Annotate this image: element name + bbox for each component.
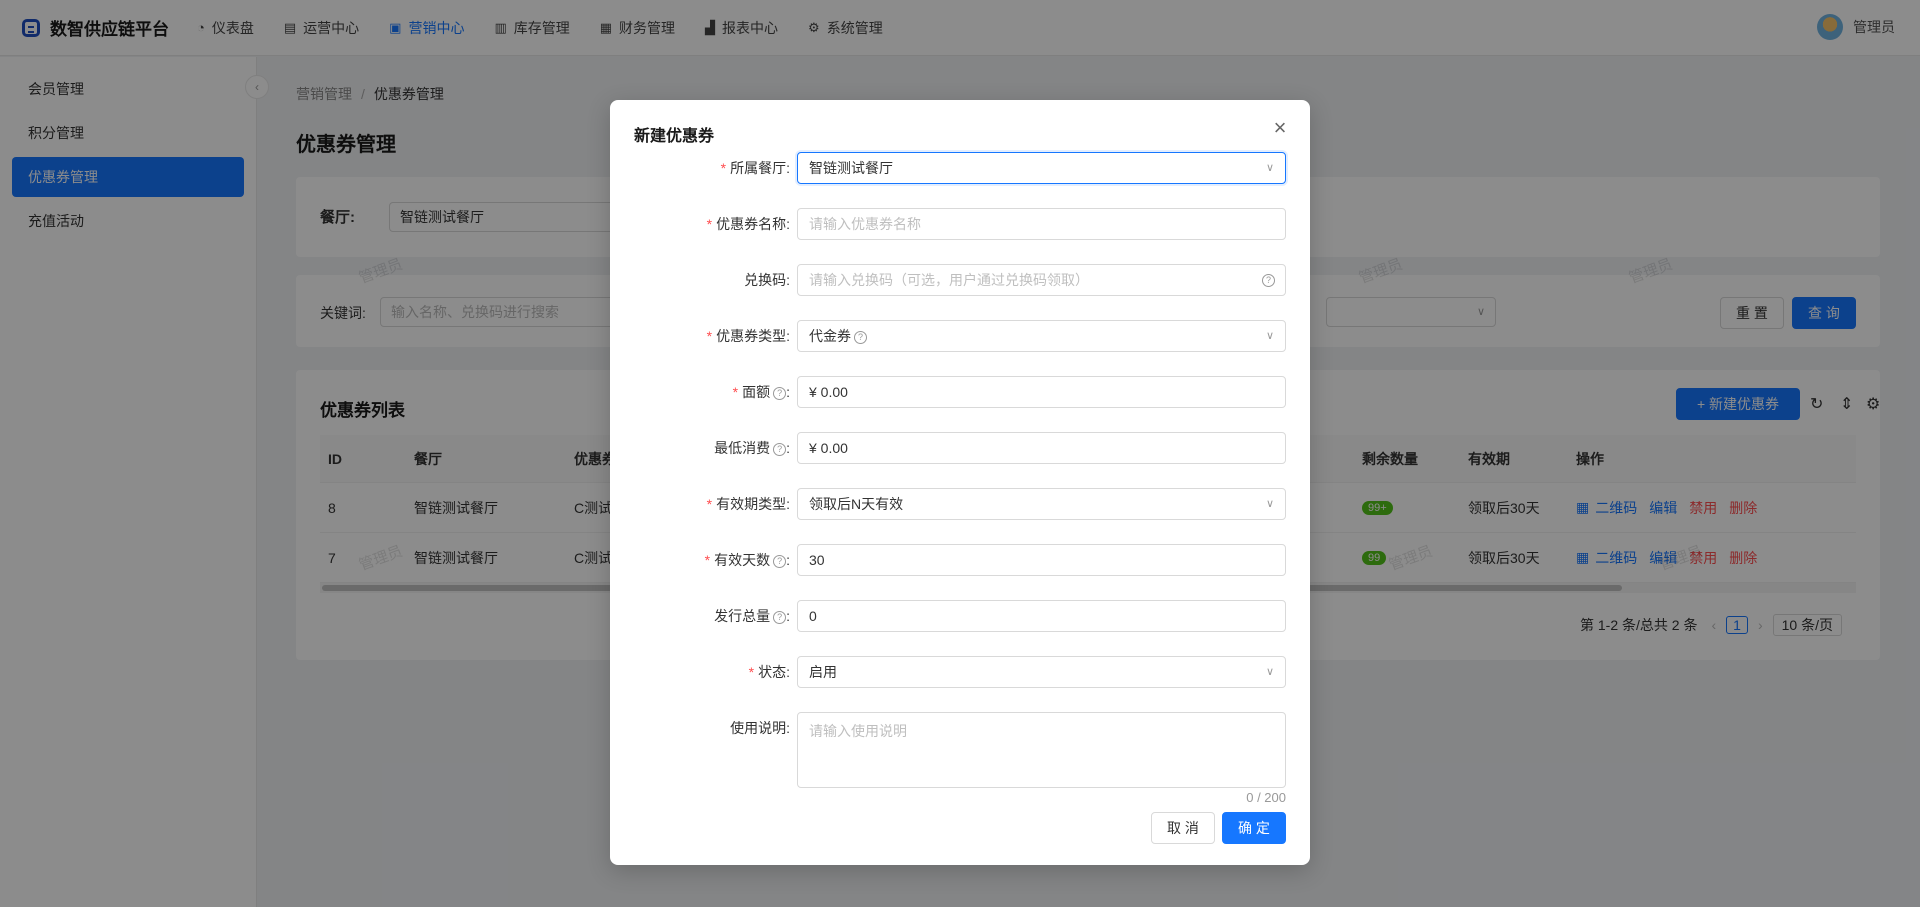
coupon-type-select[interactable]: 代金券? ∨ bbox=[797, 320, 1286, 352]
form-row-total: 发行总量?: 0 bbox=[610, 600, 1310, 632]
coupon-name-input[interactable]: 请输入优惠券名称 bbox=[797, 208, 1286, 240]
form-label: * 有效天数?: bbox=[704, 552, 790, 568]
restaurant-select[interactable]: 智链测试餐厅 ∨ bbox=[797, 152, 1286, 184]
form-label: * 优惠券类型: bbox=[706, 328, 790, 344]
chevron-down-icon: ∨ bbox=[1265, 498, 1274, 510]
form-row-name: * 优惠券名称: 请输入优惠券名称 bbox=[610, 208, 1310, 240]
validity-type-select[interactable]: 领取后N天有效 ∨ bbox=[797, 488, 1286, 520]
form-row-description: 使用说明: 请输入使用说明 bbox=[610, 712, 1310, 788]
min-spend-input[interactable]: ¥ 0.00 bbox=[797, 432, 1286, 464]
redeem-code-input[interactable]: 请输入兑换码（可选，用户通过兑换码领取）? bbox=[797, 264, 1286, 296]
form-label: * 优惠券名称: bbox=[706, 216, 790, 232]
form-label: 兑换码: bbox=[744, 272, 790, 288]
cancel-button[interactable]: 取 消 bbox=[1151, 812, 1215, 844]
question-icon: ? bbox=[773, 442, 787, 456]
form-row-validity-type: * 有效期类型: 领取后N天有效 ∨ bbox=[610, 488, 1310, 520]
form-label: * 状态: bbox=[748, 664, 790, 680]
form-row-face-value: * 面额?: ¥ 0.00 bbox=[610, 376, 1310, 408]
question-icon: ? bbox=[773, 610, 787, 624]
close-icon[interactable]: × bbox=[1268, 116, 1292, 140]
confirm-button[interactable]: 确 定 bbox=[1222, 812, 1286, 844]
face-value-input[interactable]: ¥ 0.00 bbox=[797, 376, 1286, 408]
form-label: 使用说明: bbox=[730, 720, 790, 736]
form-label: * 所属餐厅: bbox=[720, 160, 790, 176]
form-row-min-spend: 最低消费?: ¥ 0.00 bbox=[610, 432, 1310, 464]
form-label: 最低消费?: bbox=[714, 440, 790, 456]
form-row-restaurant: * 所属餐厅: 智链测试餐厅 ∨ bbox=[610, 152, 1310, 184]
form-row-valid-days: * 有效天数?: 30 bbox=[610, 544, 1310, 576]
status-select[interactable]: 启用 ∨ bbox=[797, 656, 1286, 688]
total-quantity-input[interactable]: 0 bbox=[797, 600, 1286, 632]
char-counter: 0 / 200 bbox=[1246, 790, 1286, 805]
form-row-status: * 状态: 启用 ∨ bbox=[610, 656, 1310, 688]
chevron-down-icon: ∨ bbox=[1265, 666, 1274, 678]
modal-title: 新建优惠券 bbox=[634, 128, 715, 145]
form-row-code: 兑换码: 请输入兑换码（可选，用户通过兑换码领取）? bbox=[610, 264, 1310, 296]
chevron-down-icon: ∨ bbox=[1265, 162, 1274, 174]
form-label: 发行总量?: bbox=[714, 608, 790, 624]
new-coupon-modal: 新建优惠券 × * 所属餐厅: 智链测试餐厅 ∨ * 优惠券名称: 请输入优惠券名称 … bbox=[610, 100, 1310, 865]
question-icon: ? bbox=[854, 330, 867, 344]
question-icon: ? bbox=[773, 554, 787, 568]
question-icon: ? bbox=[1262, 274, 1275, 287]
description-textarea[interactable]: 请输入使用说明 bbox=[797, 712, 1286, 788]
form-label: * 面额?: bbox=[732, 384, 790, 400]
form-label: * 有效期类型: bbox=[706, 496, 790, 512]
question-icon: ? bbox=[773, 386, 787, 400]
valid-days-input[interactable]: 30 bbox=[797, 544, 1286, 576]
chevron-down-icon: ∨ bbox=[1265, 330, 1274, 342]
form-row-type: * 优惠券类型: 代金券? ∨ bbox=[610, 320, 1310, 352]
